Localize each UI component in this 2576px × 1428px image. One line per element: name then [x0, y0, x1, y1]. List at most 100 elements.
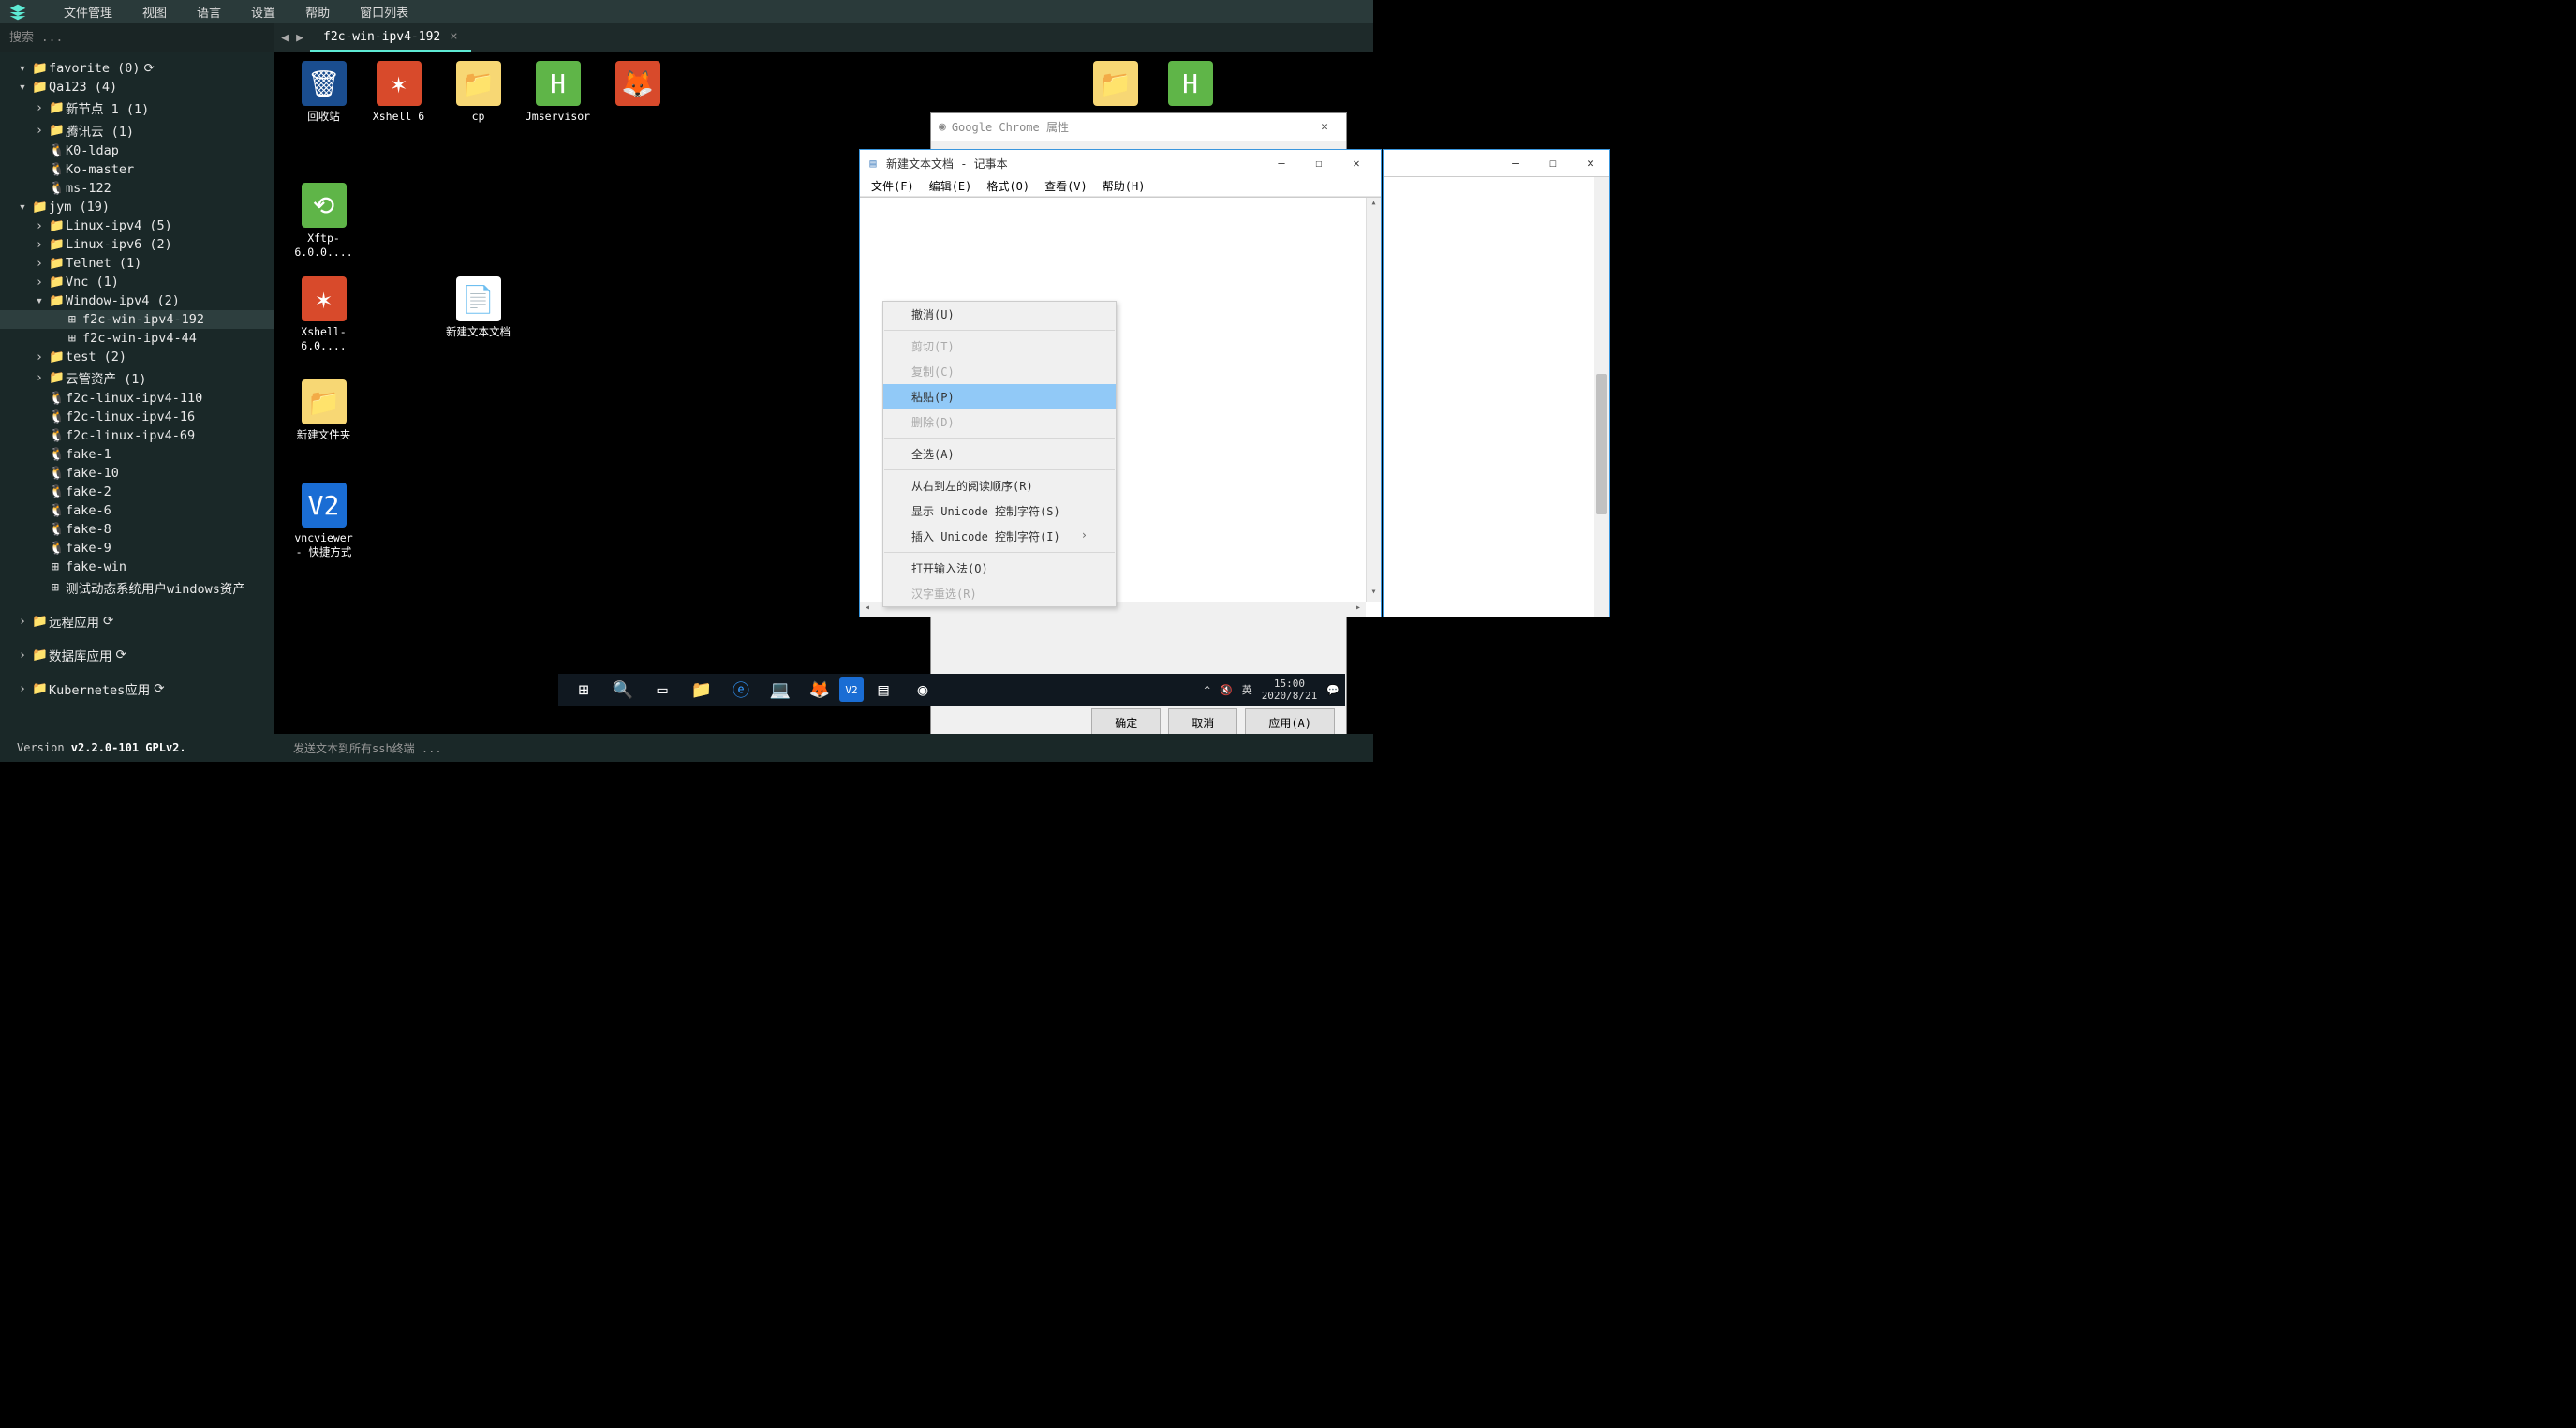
notepad-menu-item[interactable]: 帮助(H)	[1095, 176, 1153, 196]
tray-volume-icon[interactable]: 🔇	[1220, 684, 1233, 696]
tree-item[interactable]: ›📁Linux-ipv4 (5)	[0, 216, 274, 235]
context-menu-item[interactable]: 撤消(U)	[883, 302, 1116, 327]
tree-item[interactable]: 🐧f2c-linux-ipv4-110	[0, 389, 274, 408]
refresh-icon[interactable]: ⟳	[144, 61, 155, 76]
tree-item[interactable]: 🐧Ko-master	[0, 160, 274, 179]
context-menu-item[interactable]: 粘贴(P)	[883, 384, 1116, 409]
chevron-icon[interactable]: ▾	[17, 200, 28, 215]
vnc-icon[interactable]: V2	[839, 677, 864, 702]
firefox-icon[interactable]: 🦊	[800, 675, 839, 705]
desktop-icon[interactable]: 📄新建文本文档	[443, 276, 513, 339]
scroll-up-icon[interactable]: ▴	[1367, 198, 1381, 213]
tree-item[interactable]: ›📁数据库应用 ⟳	[0, 644, 274, 666]
ie-icon[interactable]: ⓔ	[721, 675, 761, 705]
chevron-icon[interactable]: ▾	[17, 61, 28, 76]
tree-item[interactable]: 🐧fake-6	[0, 501, 274, 520]
chevron-icon[interactable]: ›	[34, 123, 45, 138]
desktop-icon[interactable]: 🦊	[602, 61, 673, 110]
tree-item[interactable]: 🐧f2c-linux-ipv4-69	[0, 426, 274, 445]
tree-item[interactable]: 🐧fake-8	[0, 520, 274, 539]
scroll-left-icon[interactable]: ◂	[860, 602, 875, 617]
scrollbar-thumb[interactable]	[1596, 374, 1607, 514]
chevron-icon[interactable]: ›	[34, 275, 45, 290]
tree-item[interactable]: 🐧f2c-linux-ipv4-16	[0, 408, 274, 426]
explorer-icon[interactable]: 📁	[682, 675, 721, 705]
tree-item[interactable]: ›📁test (2)	[0, 348, 274, 366]
refresh-icon[interactable]: ⟳	[103, 614, 113, 629]
start-icon[interactable]: ⊞	[564, 675, 603, 705]
tree-item[interactable]: 🐧fake-1	[0, 445, 274, 464]
chevron-icon[interactable]: ›	[34, 218, 45, 233]
tray-lang[interactable]: 英	[1242, 682, 1252, 697]
chevron-icon[interactable]: ›	[34, 237, 45, 252]
tree-item[interactable]: 🐧fake-10	[0, 464, 274, 483]
notifications-icon[interactable]: 💬	[1326, 684, 1340, 696]
chevron-icon[interactable]: ›	[34, 370, 45, 385]
menu-文件管理[interactable]: 文件管理	[49, 0, 127, 23]
tree-item[interactable]: ⊞f2c-win-ipv4-44	[0, 329, 274, 348]
tree-item[interactable]: ›📁Vnc (1)	[0, 273, 274, 291]
scroll-down-icon[interactable]: ▾	[1367, 587, 1381, 602]
tray-chevron-icon[interactable]: ^	[1204, 684, 1210, 696]
chevron-icon[interactable]: ›	[34, 350, 45, 364]
context-menu-item[interactable]: 从右到左的阅读顺序(R)	[883, 473, 1116, 498]
menu-视图[interactable]: 视图	[127, 0, 182, 23]
chevron-icon[interactable]: ›	[34, 256, 45, 271]
chevron-icon[interactable]: ▾	[17, 80, 28, 95]
search-icon[interactable]: 🔍	[603, 675, 643, 705]
dialog-close-icon[interactable]: ✕	[1310, 120, 1339, 134]
scrollbar-vertical[interactable]	[1594, 177, 1609, 617]
scrollbar-vertical[interactable]: ▴ ▾	[1366, 198, 1381, 602]
tree-item[interactable]: ›📁Linux-ipv6 (2)	[0, 235, 274, 254]
tab-active[interactable]: f2c-win-ipv4-192 ×	[310, 23, 471, 52]
menu-窗口列表[interactable]: 窗口列表	[345, 0, 423, 23]
tree-item[interactable]: ›📁Telnet (1)	[0, 254, 274, 273]
notepad-menu-item[interactable]: 查看(V)	[1037, 176, 1095, 196]
taskview-icon[interactable]: ▭	[643, 675, 682, 705]
maximize-icon[interactable]: ☐	[1300, 151, 1338, 175]
desktop-icon[interactable]: V2vncviewer - 快捷方式	[289, 483, 359, 559]
desktop-icon[interactable]: ⟲Xftp-6.0.0....	[289, 183, 359, 260]
close-icon[interactable]: ✕	[1338, 151, 1375, 175]
tree-item[interactable]: 🐧fake-9	[0, 539, 274, 558]
notepad-taskbar-icon[interactable]: ▤	[864, 675, 903, 705]
tree-item[interactable]: 🐧ms-122	[0, 179, 274, 198]
tree-item[interactable]: ▾📁favorite (0) ⟳	[0, 59, 274, 78]
context-menu-item[interactable]: 打开输入法(O)	[883, 556, 1116, 581]
tree-item[interactable]: ⊞fake-win	[0, 558, 274, 576]
taskbar-clock[interactable]: 15:00 2020/8/21	[1262, 677, 1318, 702]
desktop-icon[interactable]: 📁	[1080, 61, 1150, 110]
notepad-menu-item[interactable]: 文件(F)	[864, 176, 922, 196]
minimize-icon[interactable]: —	[1497, 151, 1534, 175]
notepad-menu-item[interactable]: 编辑(E)	[922, 176, 980, 196]
context-menu-item[interactable]: 插入 Unicode 控制字符(I)›	[883, 524, 1116, 549]
chevron-icon[interactable]: ›	[17, 681, 28, 696]
tree-item[interactable]: ›📁云管资产 (1)	[0, 366, 274, 389]
desktop-icon[interactable]: H	[1155, 61, 1225, 110]
desktop-icon[interactable]: 📁cp	[443, 61, 513, 124]
menu-语言[interactable]: 语言	[182, 0, 236, 23]
desktop-icon[interactable]: ✶Xshell 6	[363, 61, 434, 124]
chrome-taskbar-icon[interactable]: ◉	[903, 675, 942, 705]
desktop-icon[interactable]: 🗑回收站	[289, 61, 359, 124]
chevron-icon[interactable]: ▾	[34, 293, 45, 308]
menu-帮助[interactable]: 帮助	[290, 0, 345, 23]
secondary-body[interactable]	[1384, 176, 1609, 617]
desktop-icon[interactable]: HJmservisor	[523, 61, 593, 124]
refresh-icon[interactable]: ⟳	[154, 681, 164, 696]
tree-item[interactable]: ›📁腾讯云 (1)	[0, 119, 274, 141]
menu-设置[interactable]: 设置	[236, 0, 290, 23]
desktop-icon[interactable]: 📁新建文件夹	[289, 379, 359, 442]
nav-back-icon[interactable]: ◀	[278, 27, 291, 48]
chevron-icon[interactable]: ›	[34, 100, 45, 115]
close-icon[interactable]: ✕	[1572, 151, 1609, 175]
tree-item[interactable]: ›📁新节点 1 (1)	[0, 97, 274, 119]
remote-desktop-area[interactable]: 🗑回收站✶Xshell 6📁cpHJmservisor🦊⟲Xftp-6.0.0.…	[274, 52, 1373, 734]
notepad-menu-item[interactable]: 格式(O)	[979, 176, 1037, 196]
scroll-right-icon[interactable]: ▸	[1351, 602, 1366, 617]
tree-item[interactable]: ⊞测试动态系统用户windows资产	[0, 576, 274, 599]
desktop-icon[interactable]: ✶Xshell-6.0....	[289, 276, 359, 353]
minimize-icon[interactable]: —	[1263, 151, 1300, 175]
tree-item[interactable]: ⊞f2c-win-ipv4-192	[0, 310, 274, 329]
tree-item[interactable]: 🐧fake-2	[0, 483, 274, 501]
